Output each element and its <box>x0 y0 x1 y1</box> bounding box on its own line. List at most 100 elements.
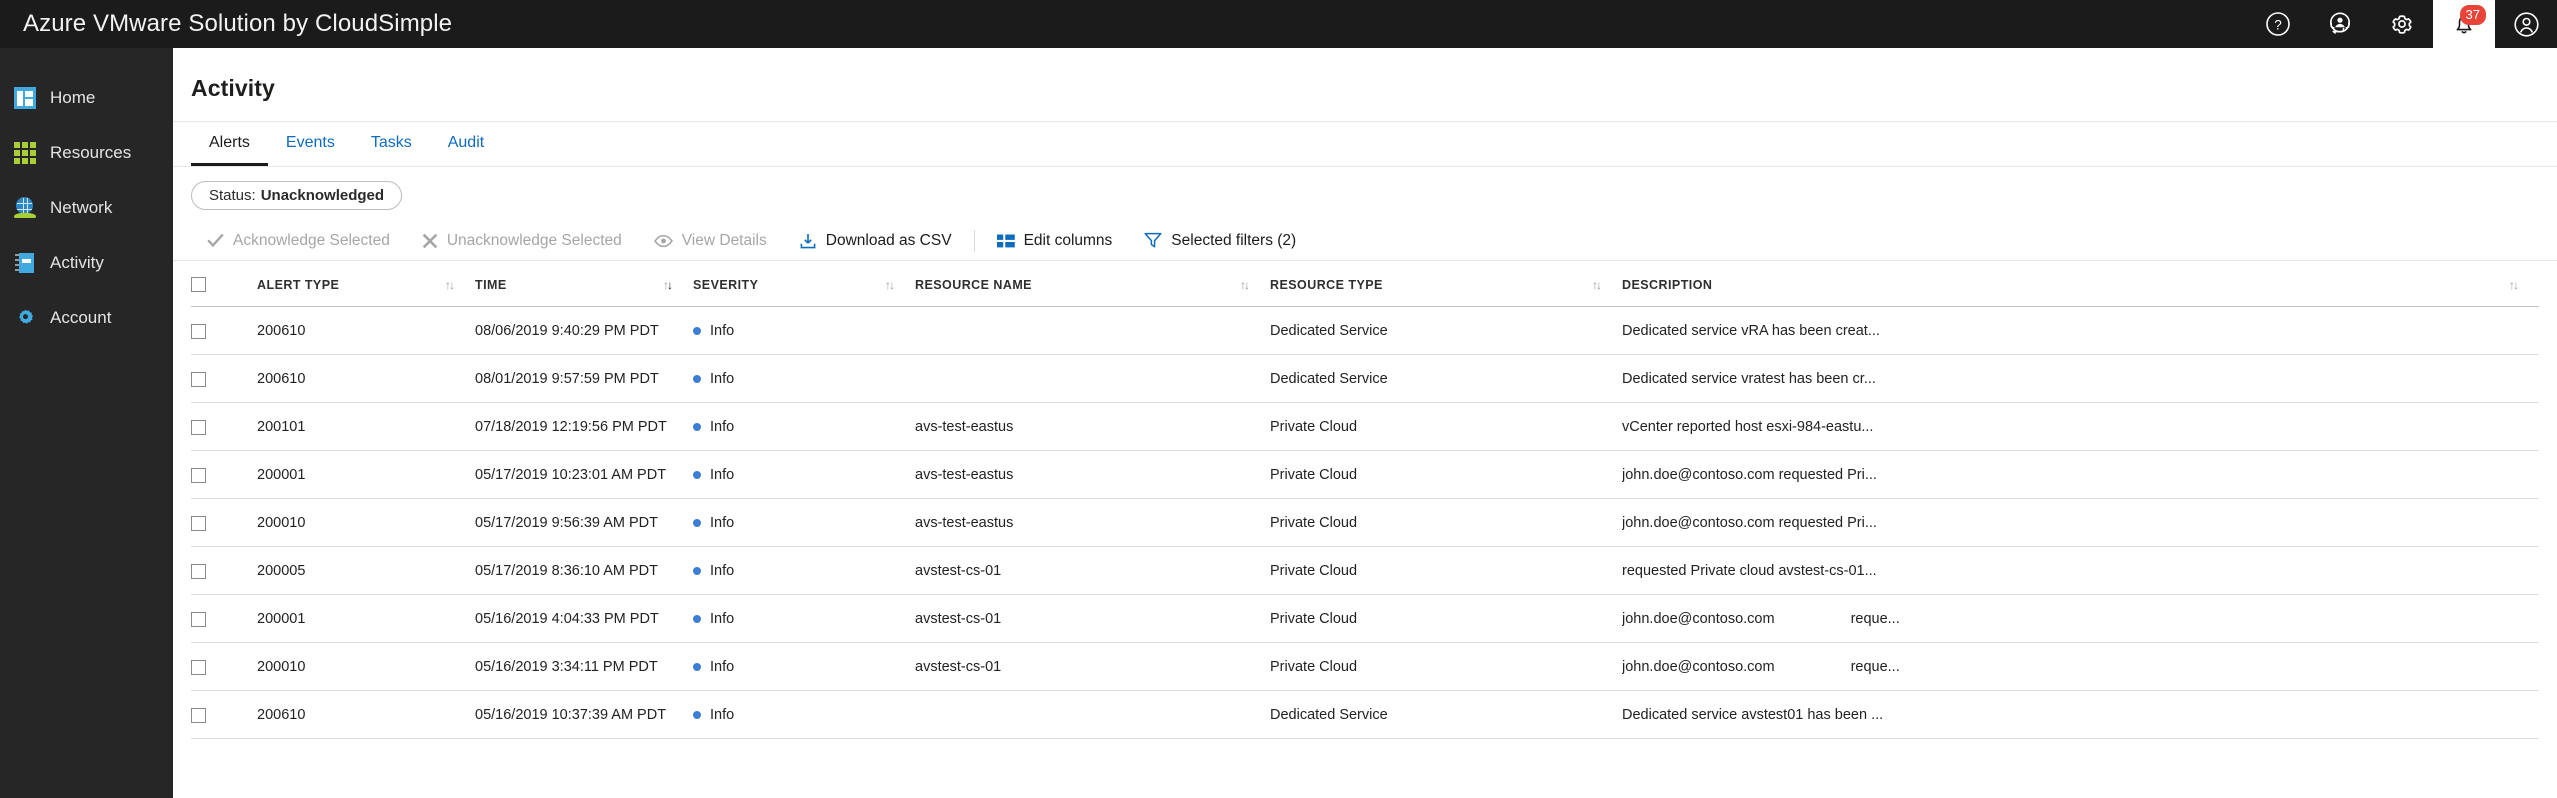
tab-tasks[interactable]: Tasks <box>353 122 430 166</box>
sort-arrows-icon[interactable]: ↑↓ <box>1592 278 1602 292</box>
table-row[interactable]: 200001 05/16/2019 4:04:33 PM PDT Info avste… <box>191 594 2539 643</box>
table-row[interactable]: 200610 08/01/2019 9:57:59 PM PDT Info Dedic… <box>191 354 2539 403</box>
unacknowledge-selected-button[interactable]: Unacknowledge Selected <box>406 221 638 261</box>
row-checkbox[interactable] <box>191 323 206 339</box>
row-checkbox[interactable] <box>191 563 206 579</box>
cell-resource-name: avstest-cs-01 <box>915 642 1270 691</box>
tab-audit[interactable]: Audit <box>430 122 502 166</box>
column-header-severity[interactable]: SEVERITY ↑↓ <box>693 261 915 307</box>
notifications-bell-icon[interactable]: 37 <box>2433 0 2495 48</box>
row-checkbox[interactable] <box>191 515 206 531</box>
cell-alert-type: 200610 <box>257 306 475 355</box>
column-header-alert-type[interactable]: ALERT TYPE ↑↓ <box>257 261 475 307</box>
sidebar-item-label: Home <box>50 88 96 107</box>
tab-alerts[interactable]: Alerts <box>191 122 268 166</box>
view-details-label: View Details <box>681 231 767 249</box>
column-header-resource-type[interactable]: RESOURCE TYPE ↑↓ <box>1270 261 1622 307</box>
account-gear-icon <box>14 307 36 329</box>
status-filter-chip[interactable]: Status: Unacknowledged <box>191 181 403 210</box>
sort-arrows-icon[interactable]: ↑↓ <box>445 278 455 292</box>
severity-dot-icon <box>693 327 701 335</box>
download-csv-button[interactable]: Download as CSV <box>783 221 968 261</box>
row-checkbox[interactable] <box>191 371 206 387</box>
cell-description: Dedicated service avstest01 has been ... <box>1622 690 2539 739</box>
cell-resource-type: Private Cloud <box>1270 498 1622 547</box>
cell-description: Dedicated service vRA has been creat... <box>1622 306 2539 355</box>
column-label: TIME <box>475 277 507 292</box>
toolbar-divider <box>973 229 975 252</box>
tab-events[interactable]: Events <box>268 122 353 166</box>
row-checkbox[interactable] <box>191 419 206 435</box>
column-header-description[interactable]: DESCRIPTION ↑↓ <box>1622 261 2539 307</box>
edit-columns-button[interactable]: Edit columns <box>981 221 1129 261</box>
cell-time: 05/17/2019 8:36:10 AM PDT <box>475 546 693 595</box>
table-row[interactable]: 200610 05/16/2019 10:37:39 AM PDT Info Dedi… <box>191 690 2539 739</box>
cell-description: requested Private cloud avstest-cs-01... <box>1622 546 2539 595</box>
selected-filters-label: Selected filters (2) <box>1171 231 1297 249</box>
cell-alert-type: 200005 <box>257 546 475 595</box>
home-dashboard-icon <box>14 87 36 109</box>
table-header-row: ALERT TYPE ↑↓ TIME ↑↓ SEVERITY ↑↓ RESOUR… <box>191 261 2539 307</box>
table-row[interactable]: 200001 05/17/2019 10:23:01 AM PDT Info avs-… <box>191 450 2539 499</box>
table-row[interactable]: 200101 07/18/2019 12:19:56 PM PDT Info avs-… <box>191 402 2539 451</box>
sidebar-item-resources[interactable]: Resources <box>0 139 173 167</box>
description-text: Dedicated service vratest has been cr... <box>1622 371 1876 387</box>
cell-severity: Info <box>693 594 915 643</box>
severity-dot-icon <box>693 711 701 719</box>
severity-label: Info <box>710 659 735 675</box>
cell-time: 08/01/2019 9:57:59 PM PDT <box>475 354 693 403</box>
selected-filters-button[interactable]: Selected filters (2) <box>1128 221 1312 261</box>
description-text: requested Private cloud avstest-cs-01... <box>1622 563 1877 579</box>
help-icon[interactable]: ? <box>2247 0 2309 48</box>
row-checkbox[interactable] <box>191 659 206 675</box>
row-select-cell <box>191 306 257 355</box>
cell-resource-type: Private Cloud <box>1270 546 1622 595</box>
select-all-checkbox[interactable] <box>191 277 206 292</box>
cell-resource-type: Private Cloud <box>1270 594 1622 643</box>
page-title: Activity <box>191 75 275 101</box>
sort-arrows-icon[interactable]: ↑↓ <box>885 278 895 292</box>
main-content: Activity Alerts Events Tasks Audit Statu… <box>173 48 2557 798</box>
sidebar-item-label: Network <box>50 198 113 217</box>
cell-time: 05/17/2019 10:23:01 AM PDT <box>475 450 693 499</box>
sidebar-item-label: Account <box>50 308 112 327</box>
sort-arrows-icon[interactable]: ↑↓ <box>1240 278 1250 292</box>
column-label: DESCRIPTION <box>1622 277 1713 292</box>
cell-resource-type: Private Cloud <box>1270 402 1622 451</box>
eye-icon <box>653 234 673 248</box>
cell-resource-type: Dedicated Service <box>1270 690 1622 739</box>
row-checkbox[interactable] <box>191 467 206 483</box>
edit-columns-label: Edit columns <box>1023 231 1113 249</box>
cell-severity: Info <box>693 498 915 547</box>
severity-label: Info <box>710 371 735 387</box>
select-all-header <box>191 261 257 307</box>
acknowledge-selected-button[interactable]: Acknowledge Selected <box>191 221 406 261</box>
sidebar-item-home[interactable]: Home <box>0 84 173 112</box>
page-body: Home Resources Network Activity Account … <box>0 48 2557 798</box>
sidebar-item-network[interactable]: Network <box>0 194 173 222</box>
support-agent-icon[interactable] <box>2309 0 2371 48</box>
table-body: 200610 08/06/2019 9:40:29 PM PDT Info Dedic… <box>191 306 2539 739</box>
row-select-cell <box>191 354 257 403</box>
table-row[interactable]: 200005 05/17/2019 8:36:10 AM PDT Info avste… <box>191 546 2539 595</box>
table-row[interactable]: 200010 05/17/2019 9:56:39 AM PDT Info avs-t… <box>191 498 2539 547</box>
column-header-resource-name[interactable]: RESOURCE NAME ↑↓ <box>915 261 1270 307</box>
row-checkbox[interactable] <box>191 611 206 627</box>
settings-gear-icon[interactable] <box>2371 0 2433 48</box>
top-bar-icons: ? 37 <box>2247 0 2557 48</box>
sort-arrows-icon[interactable]: ↑↓ <box>663 278 673 292</box>
sort-arrows-icon[interactable]: ↑↓ <box>2509 278 2519 292</box>
row-checkbox[interactable] <box>191 707 206 723</box>
column-label: RESOURCE NAME <box>915 277 1032 292</box>
sidebar-item-account[interactable]: Account <box>0 304 173 332</box>
view-details-button[interactable]: View Details <box>638 221 783 261</box>
cell-severity: Info <box>693 642 915 691</box>
column-header-time[interactable]: TIME ↑↓ <box>475 261 693 307</box>
resources-grid-icon <box>14 142 36 164</box>
sidebar-item-activity[interactable]: Activity <box>0 249 173 277</box>
table-row[interactable]: 200610 08/06/2019 9:40:29 PM PDT Info Dedic… <box>191 306 2539 355</box>
description-text: Dedicated service vRA has been creat... <box>1622 323 1880 339</box>
filter-chip-row: Status: Unacknowledged <box>173 167 2557 210</box>
table-row[interactable]: 200010 05/16/2019 3:34:11 PM PDT Info avste… <box>191 642 2539 691</box>
user-account-icon[interactable] <box>2495 0 2557 48</box>
